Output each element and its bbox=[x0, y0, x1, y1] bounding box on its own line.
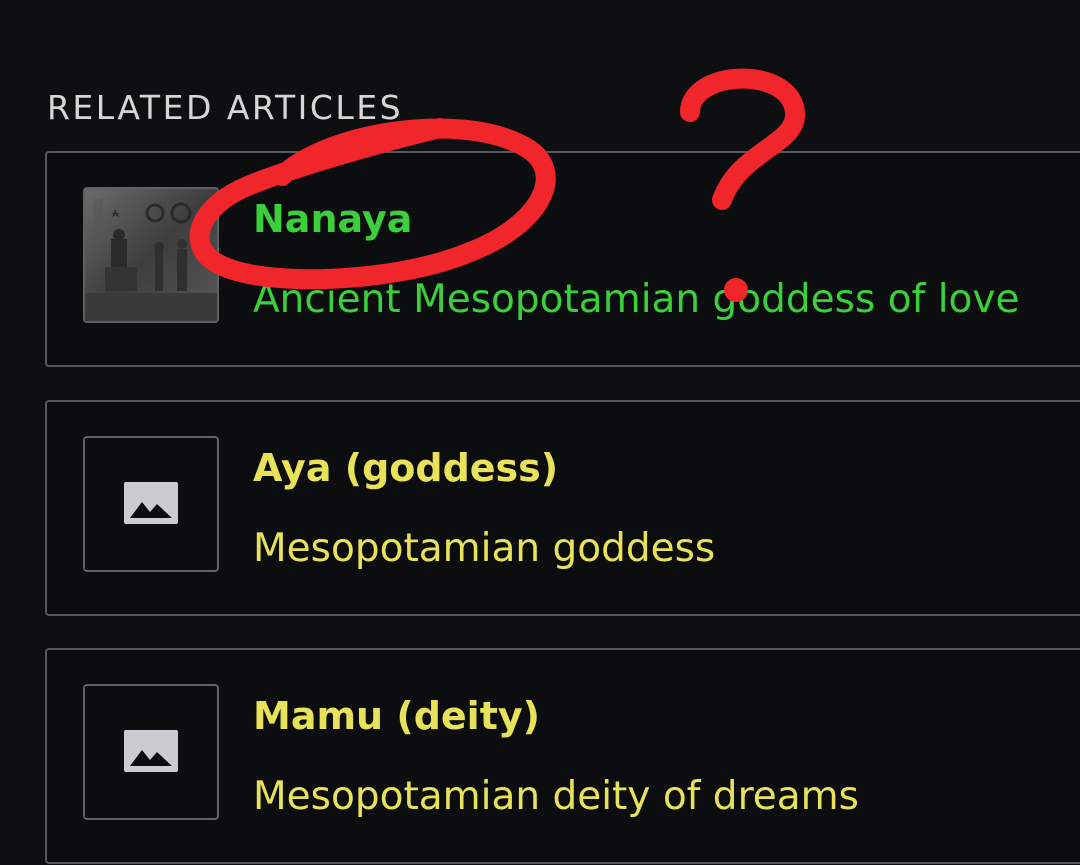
article-card-aya[interactable]: Aya (goddess) Mesopotamian goddess bbox=[45, 400, 1080, 616]
article-description: Ancient Mesopotamian goddess of love bbox=[253, 277, 1020, 322]
article-thumbnail[interactable] bbox=[83, 187, 219, 323]
section-title: RELATED ARTICLES bbox=[47, 88, 404, 127]
article-title[interactable]: Nanaya bbox=[253, 197, 412, 241]
article-title[interactable]: Aya (goddess) bbox=[253, 446, 558, 490]
article-description: Mesopotamian deity of dreams bbox=[253, 774, 859, 819]
article-thumbnail[interactable] bbox=[83, 684, 219, 820]
image-placeholder-icon bbox=[124, 730, 178, 772]
image-placeholder-icon bbox=[124, 482, 178, 524]
article-card-nanaya[interactable]: Nanaya Ancient Mesopotamian goddess of l… bbox=[45, 151, 1080, 367]
article-title[interactable]: Mamu (deity) bbox=[253, 694, 540, 738]
article-thumbnail[interactable] bbox=[83, 436, 219, 572]
relief-photo-icon bbox=[85, 189, 217, 321]
article-description: Mesopotamian goddess bbox=[253, 526, 716, 571]
article-card-mamu[interactable]: Mamu (deity) Mesopotamian deity of dream… bbox=[45, 648, 1080, 864]
